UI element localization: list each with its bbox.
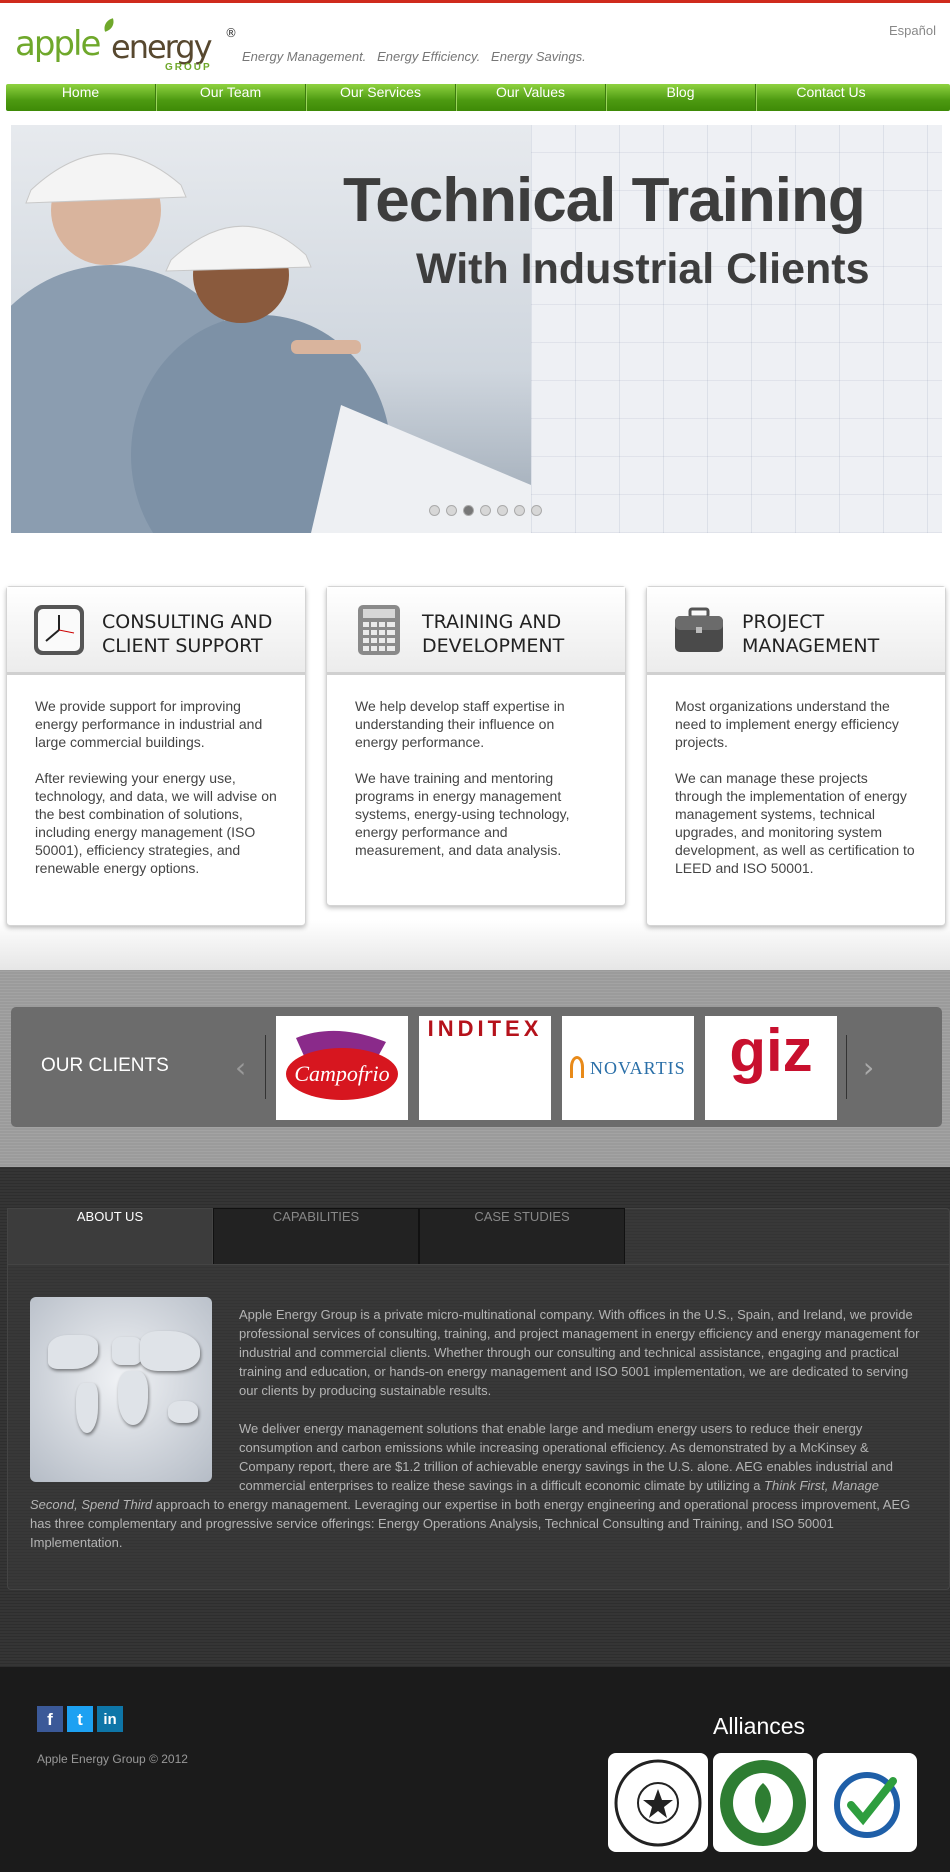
- chevron-right-icon[interactable]: ›: [863, 1051, 874, 1084]
- nav-item-contact-us[interactable]: Contact Us: [756, 84, 906, 111]
- slider-dot-6[interactable]: [514, 505, 525, 516]
- service-card-training: Training and Development We help develop…: [326, 586, 626, 906]
- texas-workforce-commission-badge[interactable]: [608, 1753, 708, 1852]
- client-logo-inditex[interactable]: INDITEX: [419, 1016, 551, 1120]
- carousel-divider: [265, 1035, 266, 1099]
- language-link-espanol[interactable]: Español: [889, 23, 936, 38]
- map-float-spacer: [30, 1305, 239, 1495]
- card-paragraph: We provide support for improving energy …: [35, 698, 263, 750]
- briefcase-icon: [675, 607, 723, 652]
- slider-dots: [429, 505, 542, 516]
- card-paragraph: Most organizations understand the need t…: [675, 698, 899, 750]
- hero-title: Technical Training: [343, 166, 866, 235]
- slider-dot-1[interactable]: [429, 505, 440, 516]
- card-title: Consulting and Client Support: [102, 611, 273, 657]
- slider-dot-7[interactable]: [531, 505, 542, 516]
- tab-about-us[interactable]: ABOUT US: [7, 1208, 213, 1265]
- tab-capabilities[interactable]: CAPABILITIES: [213, 1208, 419, 1265]
- card-paragraph: We help develop staff expertise in under…: [355, 698, 565, 750]
- card-title: Project Management: [742, 611, 880, 657]
- linkedin-icon[interactable]: in: [97, 1706, 123, 1732]
- service-card-consulting: Consulting and Client Support We provide…: [6, 586, 306, 926]
- tab-bar: ABOUT US CAPABILITIES CASE STUDIES: [7, 1208, 625, 1265]
- campofrio-logo-art: Campofrio: [286, 1030, 398, 1100]
- logo-word-energy: energy: [111, 28, 212, 66]
- usgbc-member-badge[interactable]: [713, 1753, 813, 1852]
- clock-icon: [34, 605, 84, 655]
- alliances-title: Alliances: [713, 1713, 806, 1739]
- card-paragraph: After reviewing your energy use, technol…: [35, 770, 277, 876]
- calculator-icon: [358, 605, 400, 655]
- card-body: Most organizations understand the need t…: [647, 675, 945, 925]
- card-header: Consulting and Client Support: [7, 587, 305, 675]
- service-card-project-management: Project Management Most organizations un…: [646, 586, 946, 926]
- giz-logo-text: giz: [729, 1017, 813, 1084]
- about-paragraph-2-part-2: approach to energy management. Leveragin…: [30, 1497, 911, 1550]
- tab-case-studies[interactable]: CASE STUDIES: [419, 1208, 625, 1265]
- hero-subtitle: With Industrial Clients: [416, 245, 870, 293]
- client-logo-campofrio[interactable]: Campofrio: [276, 1016, 408, 1120]
- registered-mark: ®: [225, 26, 237, 40]
- clients-label: OUR CLIENTS: [41, 1055, 169, 1076]
- usgbc-seal-art: [720, 1760, 806, 1846]
- card-body: We help develop staff expertise in under…: [327, 675, 625, 905]
- client-logo-novartis[interactable]: NOVARTIS: [562, 1016, 694, 1120]
- copyright-text: Apple Energy Group © 2012: [37, 1752, 188, 1766]
- card-title: Training and Development: [422, 611, 565, 657]
- apple-energy-logo[interactable]: apple energy GROUP ®: [15, 18, 240, 78]
- carousel-divider: [846, 1035, 847, 1099]
- nav-item-blog[interactable]: Blog: [606, 84, 756, 111]
- card-paragraph: We have training and mentoring programs …: [355, 770, 570, 858]
- card-header: Training and Development: [327, 587, 625, 675]
- top-accent-line: [0, 0, 950, 3]
- twc-seal-art: [614, 1759, 702, 1847]
- nav-item-home[interactable]: Home: [6, 84, 156, 111]
- nav-item-our-values[interactable]: Our Values: [456, 84, 606, 111]
- logo-word-group: GROUP: [165, 62, 212, 73]
- client-logo-giz[interactable]: giz: [705, 1016, 837, 1120]
- checkmark-icon: [834, 1772, 900, 1838]
- about-text: Apple Energy Group is a private micro-mu…: [30, 1305, 925, 1571]
- card-body: We provide support for improving energy …: [7, 675, 305, 925]
- nav-item-our-team[interactable]: Our Team: [156, 84, 306, 111]
- twitter-icon[interactable]: t: [67, 1706, 93, 1732]
- clients-carousel: OUR CLIENTS ‹ Campofrio INDITEX NOVARTIS…: [11, 1007, 942, 1127]
- nav-item-our-services[interactable]: Our Services: [306, 84, 456, 111]
- novartis-logo-text: NOVARTIS: [590, 1058, 686, 1078]
- main-nav: Home Our Team Our Services Our Values Bl…: [6, 84, 950, 111]
- card-header: Project Management: [647, 587, 945, 675]
- slider-dot-5[interactable]: [497, 505, 508, 516]
- novartis-flame-icon: [570, 1056, 584, 1078]
- card-paragraph: We can manage these projects through the…: [675, 770, 915, 876]
- checkmark-alliance-badge[interactable]: [817, 1753, 917, 1852]
- social-links: f t in: [37, 1706, 123, 1732]
- slider-dot-4[interactable]: [480, 505, 491, 516]
- facebook-icon[interactable]: f: [37, 1706, 63, 1732]
- inditex-logo-text: INDITEX: [427, 1016, 543, 1041]
- campofrio-logo-text: Campofrio: [294, 1061, 389, 1086]
- chevron-left-icon[interactable]: ‹: [235, 1051, 246, 1084]
- tab-divider: [7, 1264, 950, 1265]
- hero-slider[interactable]: Technical Training With Industrial Clien…: [11, 125, 942, 533]
- slider-dot-2[interactable]: [446, 505, 457, 516]
- logo-word-apple: apple: [15, 24, 101, 64]
- tagline: Energy Management. Energy Efficiency. En…: [242, 49, 586, 64]
- slider-dot-3[interactable]: [463, 505, 474, 516]
